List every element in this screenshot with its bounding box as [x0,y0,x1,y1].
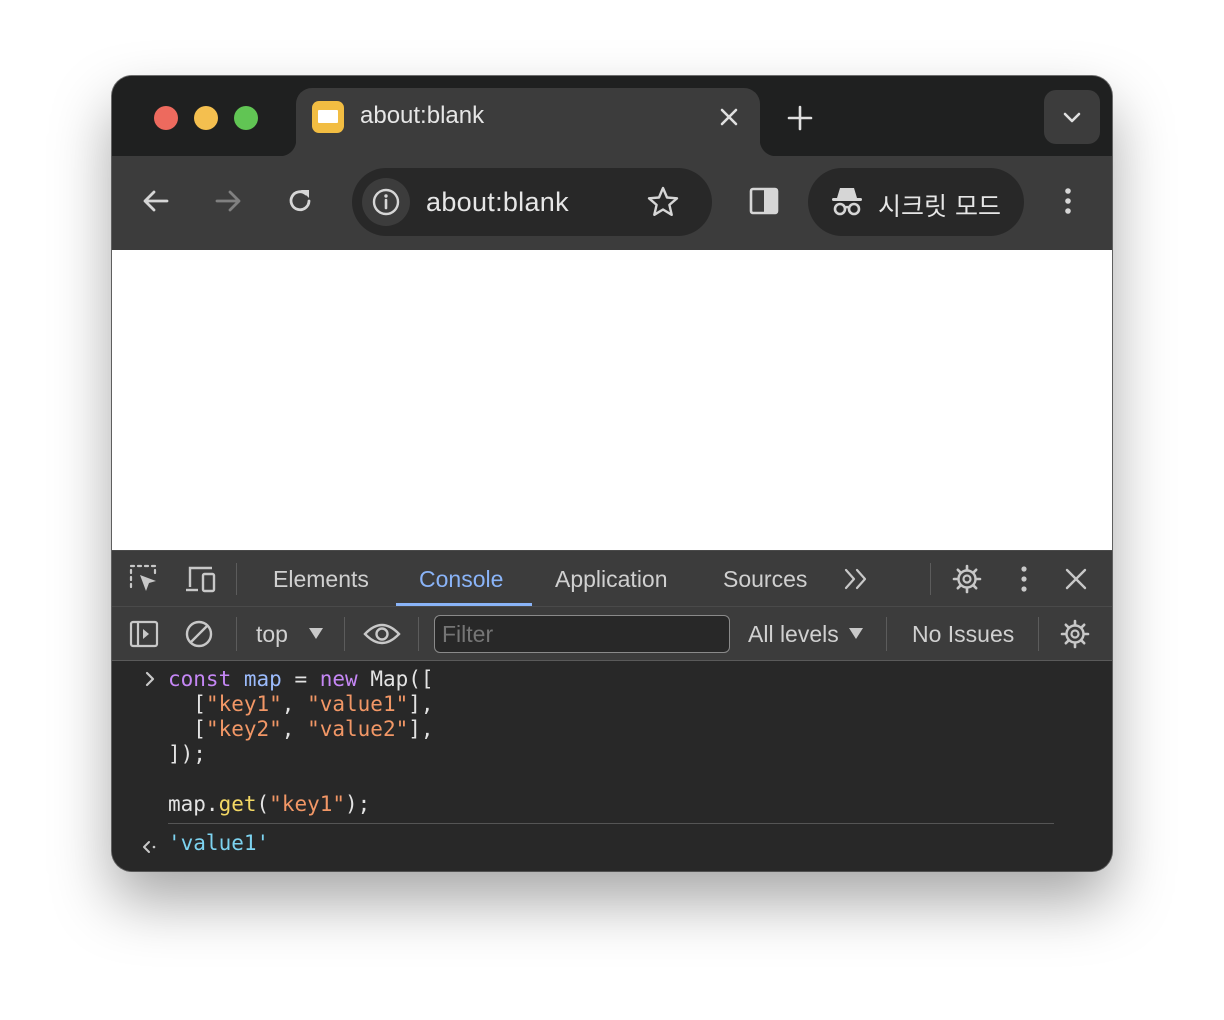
tab-strip: about:blank [112,76,1112,156]
page-content[interactable] [112,250,1112,550]
log-levels-dropdown[interactable]: All levels [748,621,839,648]
gear-icon[interactable] [951,563,983,595]
separator [236,563,237,595]
separator [418,617,419,651]
console-result[interactable]: 'value1' [168,831,269,856]
separator [1038,617,1039,651]
tab-title: about:blank [360,102,485,129]
incognito-indicator[interactable]: 시크릿 모드 [808,168,1024,236]
code-line: ["key2", "value2"], [168,717,434,741]
minimize-window-button[interactable] [194,106,218,130]
device-toolbar-icon[interactable] [184,563,218,595]
code-line: ]); [168,742,206,766]
incognito-label: 시크릿 모드 [878,192,1001,221]
browser-tab[interactable]: about:blank [280,88,776,156]
address-bar[interactable]: about:blank [352,168,712,236]
maximize-window-button[interactable] [234,106,258,130]
tab-search-button[interactable] [1044,90,1100,144]
inspect-element-icon[interactable] [128,563,160,595]
separator [344,617,345,651]
dropdown-triangle-icon[interactable] [848,627,864,640]
clear-console-icon[interactable] [184,619,214,649]
tab-application[interactable]: Application [555,566,668,593]
more-vert-icon[interactable] [1051,184,1085,218]
forward-arrow-icon[interactable] [211,184,245,218]
new-tab-icon[interactable] [786,104,814,132]
console-input-code[interactable]: const map = new Map([ ["key1", "value1"]… [168,667,434,817]
more-tabs-chevron-icon[interactable] [842,567,870,591]
info-icon [372,188,400,216]
chevron-down-icon [1063,112,1081,123]
more-vert-icon[interactable] [1008,563,1040,595]
console-divider [168,823,1054,824]
separator [886,617,887,651]
console-output[interactable]: const map = new Map([ ["key1", "value1"]… [112,661,1112,871]
reload-icon[interactable] [283,184,317,218]
issues-button[interactable]: No Issues [912,621,1014,648]
chevron-right-icon [145,671,155,687]
separator [236,617,237,651]
site-info-button[interactable] [362,178,410,226]
code-line: ["key1", "value1"], [168,692,434,716]
bookmark-star-icon[interactable] [646,185,680,219]
side-panel-icon[interactable] [747,184,781,218]
filter-input[interactable] [434,615,730,653]
close-icon[interactable] [1062,565,1090,593]
console-toolbar: top All levels No Issues [112,607,1112,661]
sidebar-toggle-icon[interactable] [129,619,159,649]
return-value-arrow-icon [143,841,156,853]
close-icon[interactable] [716,104,742,130]
url-text[interactable]: about:blank [426,187,569,218]
page-icon [312,101,344,133]
devtools-tab-bar: Elements Console Application Sources [112,551,1112,607]
tab-elements[interactable]: Elements [273,566,369,593]
tab-console[interactable]: Console [419,566,503,593]
code-line: map.get("key1"); [168,792,371,816]
eye-icon[interactable] [363,620,401,648]
console-settings-gear-icon[interactable] [1059,618,1091,650]
active-tab-indicator [396,603,532,606]
browser-toolbar: about:blank 시크릿 모드 [112,156,1112,250]
devtools-panel: Elements Console Application Sources top… [112,550,1112,871]
incognito-icon [832,188,862,216]
dropdown-triangle-icon[interactable] [308,627,324,640]
code-line: const map = new Map([ [168,667,434,691]
browser-window: about:blank about:blank 시크릿 모드 Elements … [112,76,1112,871]
close-window-button[interactable] [154,106,178,130]
tab-sources[interactable]: Sources [723,566,807,593]
context-selector[interactable]: top [256,621,288,648]
back-arrow-icon[interactable] [139,184,173,218]
separator [930,563,931,595]
